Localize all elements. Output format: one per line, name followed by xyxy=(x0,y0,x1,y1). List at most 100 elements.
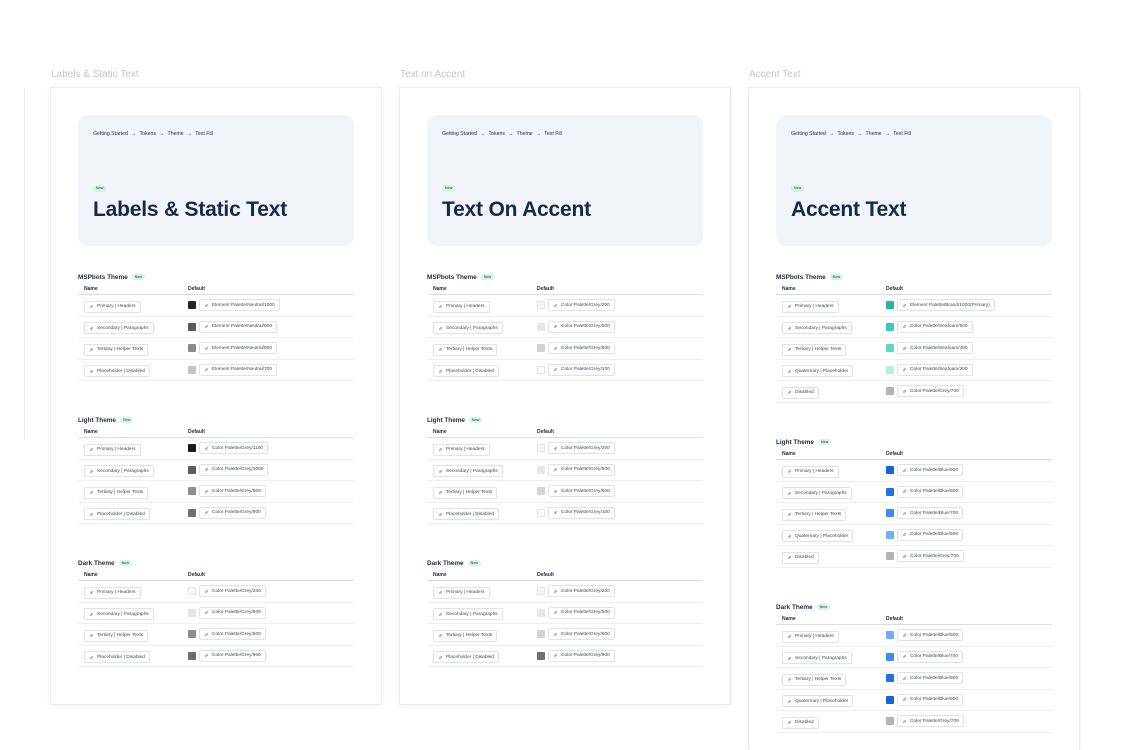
token-value-chip[interactable]: Color Palette/Grey/900 xyxy=(199,649,266,662)
token-name-chip[interactable]: Primary | Headers xyxy=(433,300,490,313)
token-name-chip[interactable]: Secondary | Paragraphs xyxy=(433,322,503,335)
token-value-chip[interactable]: Color Palette/Grey/600 xyxy=(548,342,615,355)
breadcrumb-item[interactable]: Getting Started xyxy=(442,131,477,137)
frame-label[interactable]: Text on Accent xyxy=(400,69,465,80)
token-value-chip[interactable]: Element Palette/Brand/1000(Primary) xyxy=(897,299,995,312)
token-value-chip[interactable]: Color Palette/Blue/500 xyxy=(897,528,963,541)
token-value-chip[interactable]: Color Palette/Grey/900 xyxy=(548,649,615,662)
token-value-chip[interactable]: Color Palette/Grey/500 xyxy=(548,320,615,333)
breadcrumb-item[interactable]: Theme xyxy=(168,131,184,137)
token-name-chip[interactable]: Tertiary | Helper Texts xyxy=(782,508,847,521)
color-swatch[interactable] xyxy=(886,365,894,374)
token-name-chip[interactable]: Tertiary | Helper Texts xyxy=(433,629,498,642)
token-name-chip[interactable]: Secondary | Paragraphs xyxy=(433,608,503,621)
breadcrumb-item[interactable]: Theme xyxy=(866,131,882,137)
token-name-chip[interactable]: Quaternary | Placeholder xyxy=(782,530,854,543)
token-value-chip[interactable]: Color Palette/Grey/800 xyxy=(199,628,266,641)
breadcrumb-item[interactable]: Text Fill xyxy=(893,131,911,137)
token-name-chip[interactable]: Tertiary | Helper Texts xyxy=(433,343,498,356)
token-value-chip[interactable]: Color Palette/Seafoam/200 xyxy=(897,363,973,376)
color-swatch[interactable] xyxy=(537,487,545,496)
token-value-chip[interactable]: Color Palette/Grey/700 xyxy=(897,715,964,728)
color-swatch[interactable] xyxy=(188,344,196,353)
token-name-chip[interactable]: Primary | Headers xyxy=(84,586,141,599)
token-name-chip[interactable]: Placeholder | Disabled xyxy=(433,651,499,664)
color-swatch[interactable] xyxy=(188,508,196,517)
token-name-chip[interactable]: Secondary | Paragraphs xyxy=(84,322,154,335)
token-name-chip[interactable]: Secondary | Paragraphs xyxy=(433,465,503,478)
token-value-chip[interactable]: Color Palette/Grey/1100 xyxy=(199,442,269,455)
token-name-chip[interactable]: Primary | Headers xyxy=(782,465,839,478)
color-swatch[interactable] xyxy=(886,652,894,661)
token-name-chip[interactable]: Placeholder | Disabled xyxy=(84,365,150,378)
breadcrumb-item[interactable]: Text Fill xyxy=(195,131,213,137)
color-swatch[interactable] xyxy=(537,465,545,474)
color-swatch[interactable] xyxy=(886,530,894,539)
token-name-chip[interactable]: Placeholder | Disabled xyxy=(433,508,499,521)
token-value-chip[interactable]: Color Palette/Blue/500 xyxy=(897,629,963,642)
token-value-chip[interactable]: Color Palette/Grey/200 xyxy=(548,299,615,312)
color-swatch[interactable] xyxy=(537,301,545,310)
color-swatch[interactable] xyxy=(886,695,894,704)
token-value-chip[interactable]: Color Palette/Grey/700 xyxy=(897,385,964,398)
token-name-chip[interactable]: Primary | Headers xyxy=(782,630,839,643)
token-name-chip[interactable]: Secondary | Paragraphs xyxy=(84,465,154,478)
token-name-chip[interactable]: Quaternary | Placeholder xyxy=(782,695,854,708)
breadcrumb-item[interactable]: Tokens xyxy=(140,131,156,137)
breadcrumb-item[interactable]: Tokens xyxy=(838,131,854,137)
token-name-chip[interactable]: Disabled xyxy=(782,551,819,564)
token-name-chip[interactable]: Secondary | Paragraphs xyxy=(782,652,852,665)
token-value-chip[interactable]: Color Palette/Grey/200 xyxy=(199,585,266,598)
color-swatch[interactable] xyxy=(188,322,196,331)
token-value-chip[interactable]: Color Palette/Grey/500 xyxy=(548,463,615,476)
token-value-chip[interactable]: Color Palette/Grey/600 xyxy=(548,628,615,641)
color-swatch[interactable] xyxy=(537,365,545,374)
color-swatch[interactable] xyxy=(886,387,894,396)
color-swatch[interactable] xyxy=(886,487,894,496)
color-swatch[interactable] xyxy=(537,322,545,331)
color-swatch[interactable] xyxy=(537,508,545,517)
color-swatch[interactable] xyxy=(886,344,894,353)
token-value-chip[interactable]: Color Palette/Grey/1000 xyxy=(199,463,269,476)
color-swatch[interactable] xyxy=(188,301,196,310)
frame-label[interactable]: Accent Text xyxy=(749,69,801,80)
token-value-chip[interactable]: Color Palette/Blue/700 xyxy=(897,650,963,663)
token-value-chip[interactable]: Color Palette/Blue/800 xyxy=(897,485,963,498)
token-value-chip[interactable]: Color Palette/Seafoam/500 xyxy=(897,320,973,333)
color-swatch[interactable] xyxy=(886,674,894,683)
token-name-chip[interactable]: Secondary | Paragraphs xyxy=(84,608,154,621)
token-name-chip[interactable]: Disabled xyxy=(782,386,819,399)
color-swatch[interactable] xyxy=(886,631,894,640)
token-value-chip[interactable]: Color Palette/Grey/500 xyxy=(199,606,266,619)
color-swatch[interactable] xyxy=(188,487,196,496)
token-value-chip[interactable]: Color Palette/Grey/200 xyxy=(548,442,615,455)
token-value-chip[interactable]: Color Palette/Seafoam/400 xyxy=(897,342,973,355)
frame-label[interactable]: Labels & Static Text xyxy=(51,69,139,80)
token-value-chip[interactable]: Color Palette/Grey/900 xyxy=(199,506,266,519)
color-swatch[interactable] xyxy=(886,322,894,331)
color-swatch[interactable] xyxy=(188,630,196,639)
color-swatch[interactable] xyxy=(188,365,196,374)
token-name-chip[interactable]: Primary | Headers xyxy=(433,443,490,456)
token-value-chip[interactable]: Color Palette/Grey/500 xyxy=(548,606,615,619)
color-swatch[interactable] xyxy=(886,717,894,726)
color-swatch[interactable] xyxy=(537,630,545,639)
token-name-chip[interactable]: Placeholder | Disabled xyxy=(84,508,150,521)
token-name-chip[interactable]: Primary | Headers xyxy=(84,300,141,313)
token-name-chip[interactable]: Disabled xyxy=(782,716,819,729)
token-value-chip[interactable]: Color Palette/Blue/900 xyxy=(897,464,963,477)
token-name-chip[interactable]: Placeholder | Disabled xyxy=(433,365,499,378)
color-swatch[interactable] xyxy=(886,466,894,475)
token-value-chip[interactable]: Color Palette/Grey/100 xyxy=(548,506,615,519)
token-value-chip[interactable]: Element Palette/Neutral/1000 xyxy=(199,299,280,312)
token-value-chip[interactable]: Color Palette/Blue/700 xyxy=(897,507,963,520)
color-swatch[interactable] xyxy=(886,509,894,518)
token-value-chip[interactable]: Color Palette/Grey/100 xyxy=(548,363,615,376)
breadcrumb-item[interactable]: Text Fill xyxy=(544,131,562,137)
color-swatch[interactable] xyxy=(537,587,545,596)
token-name-chip[interactable]: Secondary | Paragraphs xyxy=(782,322,852,335)
token-value-chip[interactable]: Color Palette/Grey/600 xyxy=(548,485,615,498)
color-swatch[interactable] xyxy=(537,651,545,660)
token-name-chip[interactable]: Quaternary | Placeholder xyxy=(782,365,854,378)
token-value-chip[interactable]: Color Palette/Grey/800 xyxy=(199,485,266,498)
